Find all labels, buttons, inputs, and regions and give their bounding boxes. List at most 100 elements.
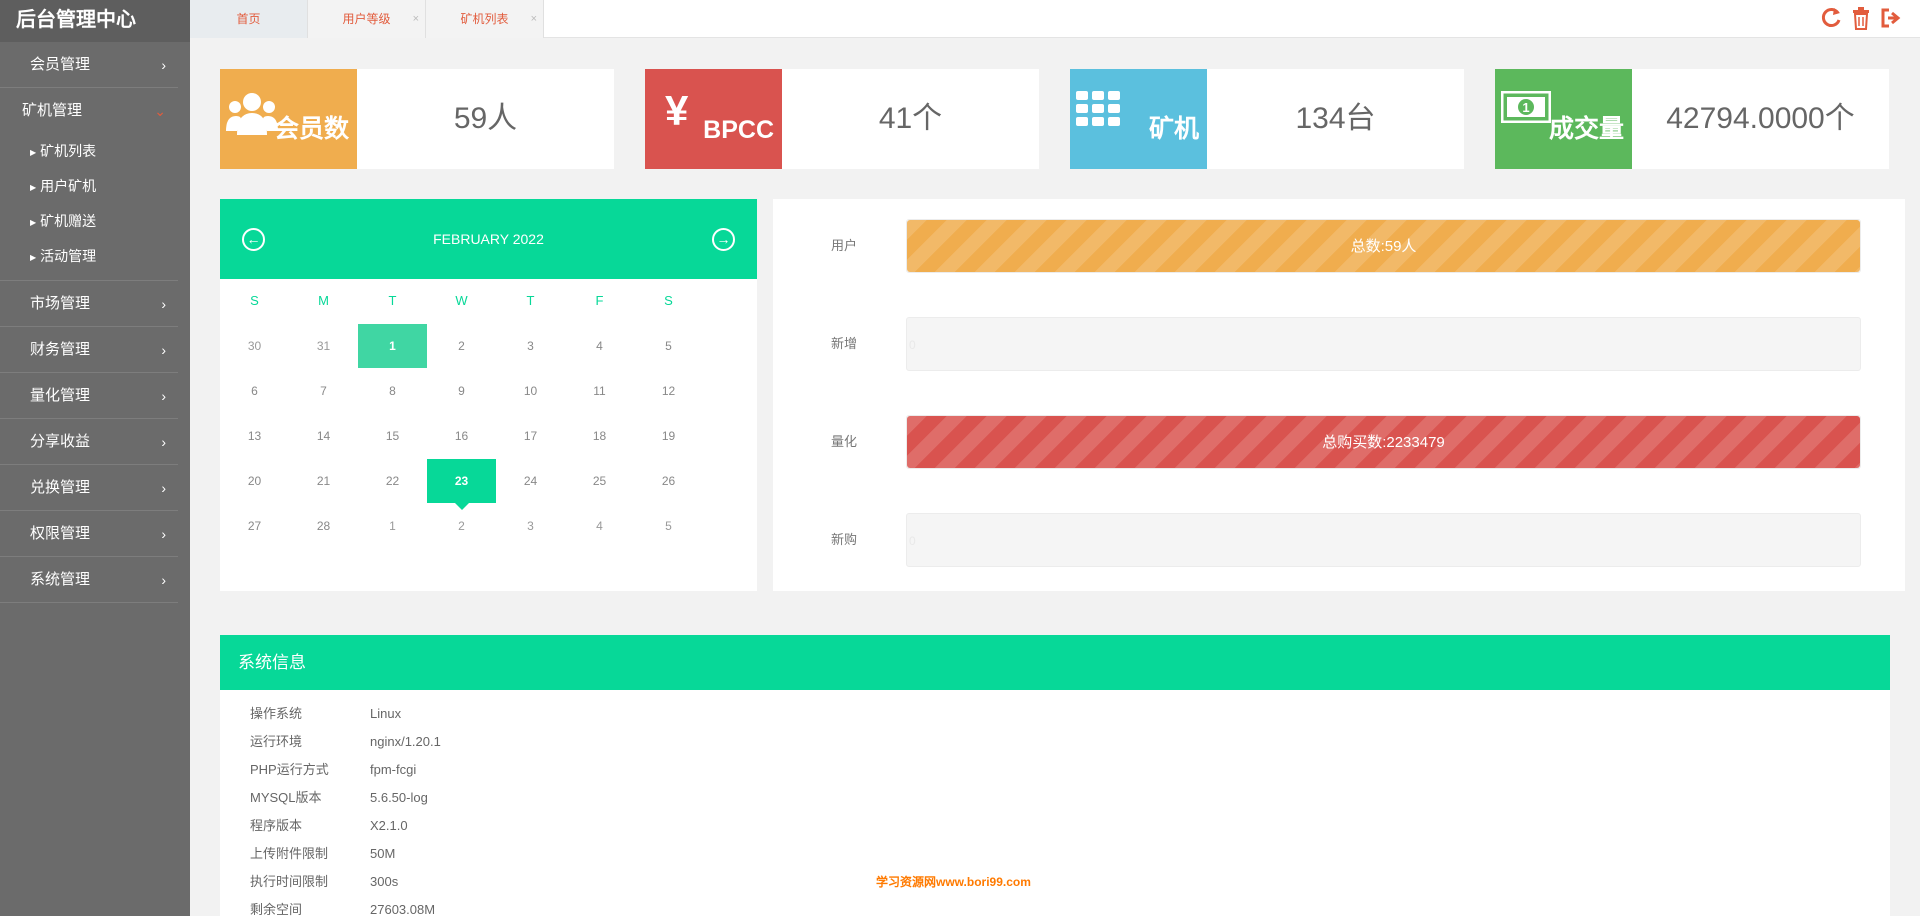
system-info-value: nginx/1.20.1 <box>370 734 441 749</box>
sidebar-subitem[interactable]: ▶ 用户矿机 <box>0 169 178 204</box>
chevron-right-icon: › <box>161 296 166 312</box>
stat-icon-block: 1 成交量 <box>1495 69 1632 169</box>
calendar-month-title: FEBRUARY 2022 <box>433 231 544 247</box>
calendar-day[interactable]: 2 <box>427 504 496 548</box>
system-info-row: 上传附件限制 50M <box>220 840 1890 868</box>
calendar-day[interactable]: 19 <box>634 414 703 458</box>
weekday-label: T <box>526 293 535 308</box>
sidebar-subitem[interactable]: ▶ 矿机赠送 <box>0 204 178 239</box>
progress-empty-value: 0 <box>909 338 916 352</box>
weekday-label: F <box>595 293 604 308</box>
calendar-day[interactable]: 30 <box>220 324 289 368</box>
sidebar-item[interactable]: 分享收益 › <box>0 419 178 465</box>
close-icon[interactable]: × <box>413 0 419 38</box>
refresh-icon[interactable] <box>1820 6 1842 30</box>
calendar-day[interactable]: 25 <box>565 459 634 503</box>
calendar-day[interactable]: 31 <box>289 324 358 368</box>
sidebar-item[interactable]: 矿机管理 ⌄ <box>0 88 178 134</box>
chevron-right-icon: › <box>161 572 166 588</box>
calendar-day[interactable]: 26 <box>634 459 703 503</box>
calendar-day[interactable]: 20 <box>220 459 289 503</box>
close-icon[interactable]: × <box>531 0 537 38</box>
system-info-row: 运行环境 nginx/1.20.1 <box>220 728 1890 756</box>
calendar-day[interactable]: 6 <box>220 369 289 413</box>
calendar-day[interactable]: 8 <box>358 369 427 413</box>
stat-icon-block: 会员数 <box>220 69 357 169</box>
svg-text:1: 1 <box>1522 100 1529 115</box>
stat-card: 会员数 59人 <box>220 69 614 169</box>
trash-icon[interactable] <box>1850 6 1872 30</box>
sidebar-item[interactable]: 财务管理 › <box>0 327 178 373</box>
calendar-day[interactable]: 1 <box>358 504 427 548</box>
stat-value: 59人 <box>453 102 518 135</box>
calendar-day[interactable]: 2 <box>427 324 496 368</box>
calendar-day[interactable]: 11 <box>565 369 634 413</box>
calendar-day[interactable]: 12 <box>634 369 703 413</box>
calendar-day[interactable]: 3 <box>496 324 565 368</box>
calendar-day[interactable]: 7 <box>289 369 358 413</box>
caret-right-icon: ▶ <box>30 253 37 262</box>
system-info-key: PHP运行方式 <box>250 762 329 777</box>
sidebar-item-label: 矿机管理 <box>22 102 83 119</box>
stat-label: 矿机 <box>1148 115 1199 143</box>
calendar-day[interactable]: 28 <box>289 504 358 548</box>
calendar-day[interactable]: 5 <box>634 324 703 368</box>
sidebar-item[interactable]: 系统管理 › <box>0 557 178 603</box>
sidebar-item[interactable]: 权限管理 › <box>0 511 178 557</box>
stat-value: 134台 <box>1295 102 1376 135</box>
system-info-key: 操作系统 <box>250 706 303 721</box>
calendar-day[interactable]: 4 <box>565 504 634 548</box>
arrow-right-icon[interactable]: → <box>712 228 735 251</box>
tab[interactable]: 首页 <box>190 0 308 38</box>
system-info-value: 300s <box>370 874 399 889</box>
caret-right-icon: ▶ <box>30 148 37 157</box>
sidebar-item-label: 会员管理 <box>30 56 91 73</box>
stat-card: ¥ BPCC 41个 <box>645 69 1039 169</box>
progress-empty-value: 0 <box>909 534 916 548</box>
calendar-day[interactable]: 18 <box>565 414 634 458</box>
calendar-day[interactable]: 9 <box>427 369 496 413</box>
system-info-key: MYSQL版本 <box>250 790 322 805</box>
calendar-day[interactable]: 14 <box>289 414 358 458</box>
calendar-day[interactable]: 16 <box>427 414 496 458</box>
calendar-day[interactable]: 3 <box>496 504 565 548</box>
calendar-day[interactable]: 10 <box>496 369 565 413</box>
calendar-day[interactable]: 24 <box>496 459 565 503</box>
caret-right-icon: ▶ <box>30 218 37 227</box>
calendar-day[interactable]: 21 <box>289 459 358 503</box>
brand-title: 后台管理中心 <box>0 0 190 42</box>
logout-icon[interactable] <box>1880 6 1902 30</box>
calendar-day[interactable]: 4 <box>565 324 634 368</box>
calendar-day[interactable]: 5 <box>634 504 703 548</box>
progress-track: 总数:59人 <box>906 219 1861 273</box>
sidebar-subitem[interactable]: ▶ 活动管理 <box>0 239 178 274</box>
chevron-down-icon: ⌄ <box>154 103 166 119</box>
tab[interactable]: 用户等级 × <box>308 0 426 38</box>
weekday-label: S <box>250 293 259 308</box>
calendar-day[interactable]: 22 <box>358 459 427 503</box>
stat-value: 41个 <box>878 102 943 135</box>
progress-track: 0 <box>906 317 1861 371</box>
chevron-right-icon: › <box>161 388 166 404</box>
sidebar-subitem-label: 矿机列表 <box>40 143 97 159</box>
system-info-row: 程序版本 X2.1.0 <box>220 812 1890 840</box>
tab[interactable]: 矿机列表 × <box>426 0 544 38</box>
progress-row: 用户 总数:59人 <box>773 219 1905 273</box>
calendar-day[interactable]: 27 <box>220 504 289 548</box>
calendar-day[interactable]: 23 <box>427 459 496 510</box>
system-info-panel: 系统信息 操作系统 Linux 运行环境 nginx/1.20.1 PHP运行方式 fpm… <box>220 635 1890 916</box>
chevron-right-icon: › <box>161 480 166 496</box>
sidebar-subitem-label: 矿机赠送 <box>40 213 97 229</box>
system-info-value: 50M <box>370 846 396 861</box>
sidebar-item[interactable]: 量化管理 › <box>0 373 178 419</box>
sidebar-subitem[interactable]: ▶ 矿机列表 <box>0 134 178 169</box>
calendar-day[interactable]: 1 <box>358 324 427 368</box>
sidebar-item[interactable]: 会员管理 › <box>0 42 178 88</box>
sidebar-item[interactable]: 兑换管理 › <box>0 465 178 511</box>
calendar-day[interactable]: 15 <box>358 414 427 458</box>
chevron-right-icon: › <box>161 526 166 542</box>
progress-label: 新增 <box>831 336 858 351</box>
calendar-day[interactable]: 17 <box>496 414 565 458</box>
sidebar-item[interactable]: 市场管理 › <box>0 281 178 327</box>
calendar-day[interactable]: 13 <box>220 414 289 458</box>
